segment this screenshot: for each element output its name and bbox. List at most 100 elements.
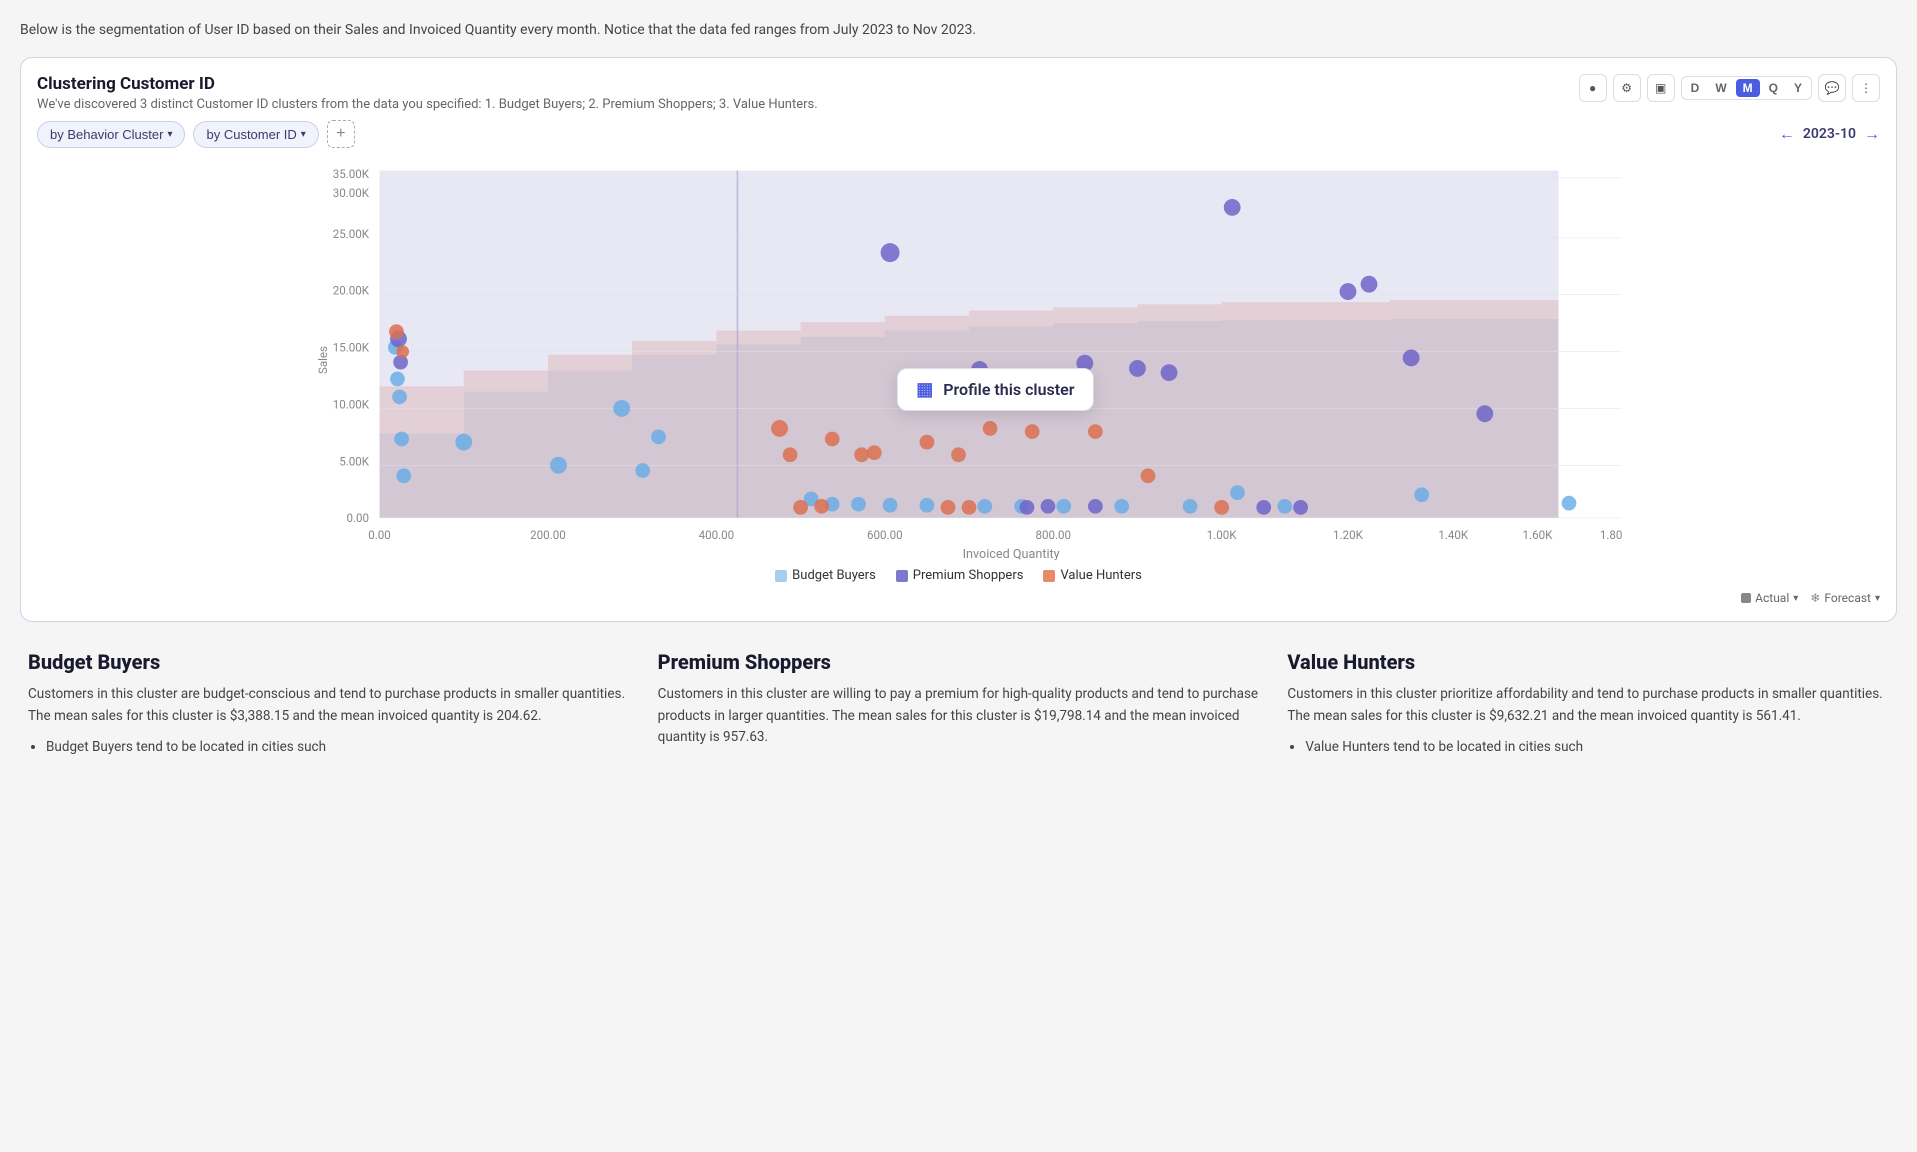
- chevron-down-icon-2: ▾: [301, 129, 306, 140]
- scatter-dot[interactable]: [1025, 424, 1040, 439]
- forecast-toggle[interactable]: ❄ Forecast ▾: [1810, 591, 1880, 605]
- profile-cluster-tooltip[interactable]: ▦ Profile this cluster: [897, 368, 1093, 411]
- actual-toggle[interactable]: Actual ▾: [1741, 591, 1798, 605]
- scatter-dot[interactable]: [854, 447, 869, 462]
- chat-btn[interactable]: 💬: [1818, 74, 1846, 102]
- scatter-dot[interactable]: [1562, 496, 1577, 511]
- scatter-dot[interactable]: [783, 447, 798, 462]
- scatter-dot[interactable]: [1214, 500, 1229, 515]
- scatter-dot[interactable]: [1414, 487, 1429, 502]
- dot-control-btn[interactable]: ●: [1579, 74, 1607, 102]
- svg-text:5.00K: 5.00K: [339, 454, 370, 468]
- period-btn-q[interactable]: Q: [1762, 79, 1785, 97]
- scatter-dot[interactable]: [1256, 500, 1271, 515]
- scatter-dot[interactable]: [1161, 364, 1178, 381]
- cluster-budget-desc: Customers in this cluster are budget-con…: [28, 684, 630, 727]
- scatter-dot[interactable]: [392, 389, 407, 404]
- scatter-dot[interactable]: [1361, 276, 1378, 293]
- scatter-dot[interactable]: [613, 400, 630, 417]
- scatter-dot[interactable]: [396, 468, 411, 483]
- scatter-dot[interactable]: [396, 345, 409, 358]
- scatter-dot[interactable]: [1340, 283, 1357, 300]
- legend-label-budget: Budget Buyers: [792, 568, 876, 583]
- card-title-area: Clustering Customer ID We've discovered …: [37, 74, 818, 112]
- scatter-dot[interactable]: [1230, 485, 1245, 500]
- scatter-dot[interactable]: [635, 463, 650, 478]
- window-btn[interactable]: ▣: [1647, 74, 1675, 102]
- scatter-dot[interactable]: [851, 497, 866, 512]
- scatter-dot[interactable]: [867, 445, 882, 460]
- next-date-btn[interactable]: →: [1864, 124, 1880, 144]
- more-btn[interactable]: ⋮: [1852, 74, 1880, 102]
- scatter-dot[interactable]: [1041, 499, 1056, 514]
- scatter-dot[interactable]: [390, 372, 405, 387]
- tooltip-text: Profile this cluster: [943, 380, 1074, 399]
- svg-text:200.00: 200.00: [530, 528, 566, 542]
- cluster-value-desc: Customers in this cluster prioritize aff…: [1287, 684, 1889, 727]
- behavior-cluster-tab[interactable]: by Behavior Cluster ▾: [37, 121, 185, 148]
- card-subtitle: We've discovered 3 distinct Customer ID …: [37, 97, 818, 112]
- scatter-dot[interactable]: [1129, 360, 1146, 377]
- period-btn-w[interactable]: W: [1708, 79, 1733, 97]
- scatter-dot[interactable]: [1224, 199, 1241, 216]
- svg-text:1.60K: 1.60K: [1523, 528, 1554, 542]
- scatter-dot[interactable]: [793, 500, 808, 515]
- scatter-dot[interactable]: [962, 500, 977, 515]
- scatter-dot[interactable]: [1277, 499, 1292, 514]
- add-tab-btn[interactable]: +: [327, 120, 355, 148]
- scatter-dot[interactable]: [455, 434, 472, 451]
- scatter-chart: 0.00 5.00K 10.00K 15.00K 20.00K 25.00K 3…: [37, 160, 1880, 560]
- cluster-premium-desc: Customers in this cluster are willing to…: [658, 684, 1260, 749]
- scatter-dot[interactable]: [1403, 349, 1420, 366]
- main-card: Clustering Customer ID We've discovered …: [20, 57, 1897, 622]
- more-icon: ⋮: [1860, 81, 1872, 95]
- svg-text:20.00K: 20.00K: [333, 284, 370, 298]
- svg-text:Sales: Sales: [316, 346, 330, 374]
- legend-item-value: Value Hunters: [1043, 568, 1141, 583]
- header-controls: ● ⚙ ▣ D W M Q Y 💬 ⋮: [1579, 74, 1880, 102]
- period-btn-y[interactable]: Y: [1787, 79, 1809, 97]
- scatter-dot[interactable]: [951, 447, 966, 462]
- scatter-dot[interactable]: [977, 499, 992, 514]
- gear-btn[interactable]: ⚙: [1613, 74, 1641, 102]
- scatter-dot[interactable]: [920, 498, 935, 513]
- scatter-dot[interactable]: [651, 429, 666, 444]
- cluster-premium-shoppers: Premium Shoppers Customers in this clust…: [658, 650, 1260, 759]
- svg-text:0.00: 0.00: [346, 511, 369, 525]
- cluster-budget-buyers: Budget Buyers Customers in this cluster …: [28, 650, 630, 759]
- scatter-dot[interactable]: [1088, 499, 1103, 514]
- period-btn-d[interactable]: D: [1684, 79, 1707, 97]
- scatter-dot[interactable]: [825, 432, 840, 447]
- legend-item-budget: Budget Buyers: [775, 568, 876, 583]
- scatter-dot[interactable]: [771, 420, 788, 437]
- scatter-dot[interactable]: [394, 432, 409, 447]
- legend-label-premium: Premium Shoppers: [913, 568, 1024, 583]
- card-title: Clustering Customer ID: [37, 74, 818, 94]
- svg-text:0.00: 0.00: [368, 528, 391, 542]
- scatter-dot[interactable]: [1476, 405, 1493, 422]
- prev-date-btn[interactable]: ←: [1779, 124, 1795, 144]
- scatter-dot[interactable]: [883, 498, 898, 513]
- scatter-dot[interactable]: [881, 243, 900, 262]
- legend-label-value: Value Hunters: [1060, 568, 1141, 583]
- customer-id-tab[interactable]: by Customer ID ▾: [193, 121, 318, 148]
- scatter-dot[interactable]: [1293, 500, 1308, 515]
- scatter-dot[interactable]: [814, 499, 829, 514]
- period-btn-m[interactable]: M: [1736, 79, 1760, 97]
- scatter-dot[interactable]: [1183, 499, 1198, 514]
- scatter-dot[interactable]: [941, 500, 956, 515]
- cluster-value-title: Value Hunters: [1287, 650, 1889, 674]
- scatter-dot[interactable]: [389, 324, 404, 339]
- scatter-dot[interactable]: [1114, 499, 1129, 514]
- actual-chevron: ▾: [1793, 593, 1798, 604]
- svg-text:800.00: 800.00: [1035, 528, 1071, 542]
- scatter-dot[interactable]: [550, 457, 567, 474]
- scatter-dot[interactable]: [1141, 468, 1156, 483]
- legend-color-budget: [775, 570, 787, 582]
- scatter-dot[interactable]: [1020, 500, 1035, 515]
- scatter-dot[interactable]: [983, 421, 998, 436]
- scatter-dot[interactable]: [1056, 499, 1071, 514]
- scatter-dot[interactable]: [920, 435, 935, 450]
- gear-icon: ⚙: [1621, 81, 1632, 95]
- scatter-dot[interactable]: [1088, 424, 1103, 439]
